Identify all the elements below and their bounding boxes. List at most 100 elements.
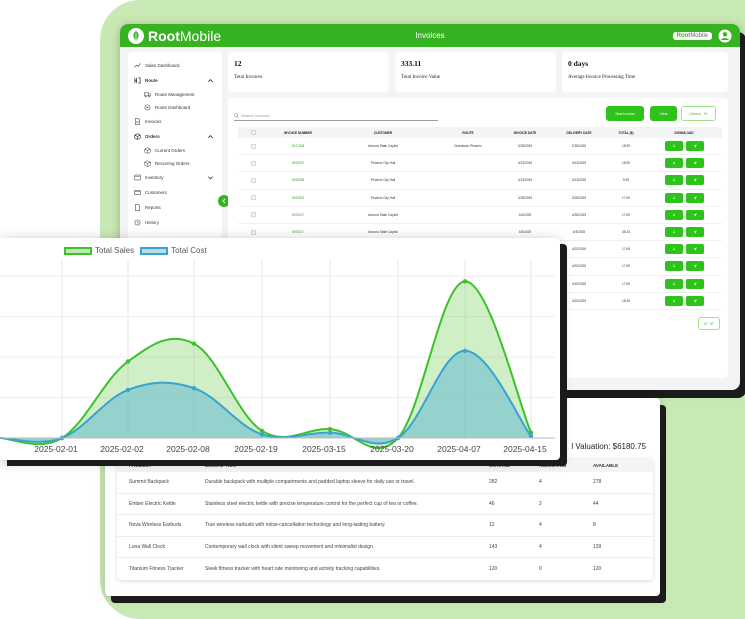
send-button[interactable] xyxy=(685,209,704,220)
table-row[interactable]: Nova Wireless Earbuds True wireless earbu… xyxy=(117,515,653,537)
sidebar-item-route[interactable]: Route xyxy=(132,73,218,88)
invoice-number-link[interactable]: 0005317 xyxy=(268,213,328,217)
table-row[interactable]: 0005303 Phoenix City Hall 3/28/2025 3/28/20… xyxy=(238,190,722,207)
column-header[interactable]: TOTAL ($) xyxy=(606,131,646,135)
send-button[interactable] xyxy=(685,192,704,203)
sidebar-item-route-dashboard[interactable]: Route Dashboard xyxy=(132,101,218,114)
download-button[interactable] xyxy=(664,244,683,255)
route-cell: Downtown Phoenix xyxy=(454,144,482,149)
row-checkbox[interactable] xyxy=(250,212,256,218)
row-checkbox[interactable] xyxy=(250,143,256,149)
send-button[interactable] xyxy=(685,278,704,289)
send-button[interactable] xyxy=(685,244,704,255)
sidebar-item-inventory[interactable]: Inventory xyxy=(132,170,218,185)
row-checkbox[interactable] xyxy=(250,229,256,235)
rows-per-page-select[interactable]: 10 xyxy=(698,317,720,330)
table-row[interactable]: Luna Wall Clock Contemporary wall clock w… xyxy=(117,537,653,558)
column-header[interactable]: CUSTOMER xyxy=(328,131,438,135)
options-dropdown[interactable]: Options xyxy=(681,106,716,121)
sidebar-item-history[interactable]: History xyxy=(132,215,218,230)
x-tick-label: 2025-04-07 xyxy=(437,444,481,454)
download-button[interactable] xyxy=(664,192,683,203)
table-row[interactable]: 2021208 Arizona State Capitol Downtown Pho… xyxy=(238,138,722,156)
legend-item-total-sales[interactable]: Total Sales xyxy=(64,246,134,255)
download-button[interactable] xyxy=(664,278,683,289)
download-button[interactable] xyxy=(664,261,683,272)
invoice-number-link[interactable]: 0005297 xyxy=(268,161,328,165)
table-row[interactable]: Summit Backpack Durable backpack with mul… xyxy=(117,472,653,494)
invoice-number-link[interactable]: 0005298 xyxy=(268,178,328,182)
sidebar-item-invoices[interactable]: Invoices xyxy=(132,114,218,129)
sidebar-item-sales-dashboard[interactable]: Sales Dashboard xyxy=(132,58,218,73)
legend-item-total-cost[interactable]: Total Cost xyxy=(140,246,207,255)
checkbox-cell xyxy=(238,143,268,149)
sidebar-item-current-orders[interactable]: Current Orders xyxy=(132,144,218,157)
invoice-date-cell: 4/4/2025 xyxy=(518,230,532,235)
available-cell: 8 xyxy=(593,522,596,529)
invoice-number-link[interactable]: 0005317 xyxy=(268,230,328,234)
table-row[interactable]: 0005317 Arizona State Capitol 4/4/2025 4/30… xyxy=(238,207,722,224)
stat-label: Average Invoice Processing Time xyxy=(568,75,636,80)
delivery-date-cell: 4/4/2025 xyxy=(572,230,586,235)
send-button[interactable] xyxy=(685,227,704,238)
sidebar-item-orders[interactable]: Orders xyxy=(132,129,218,144)
invoice-number-link[interactable]: 0005303 xyxy=(268,196,328,200)
download-button[interactable] xyxy=(664,175,683,186)
download-cell xyxy=(646,278,722,289)
select-all-checkbox[interactable] xyxy=(250,130,256,135)
search-input[interactable]: Search Invoices xyxy=(234,111,438,121)
column-header[interactable]: ON HAND xyxy=(489,463,539,468)
table-row[interactable]: 0005298 Phoenix City Hall 3/13/2025 3/13/20… xyxy=(238,172,722,190)
delivery-date-cell: 4/30/2025 xyxy=(571,212,587,217)
row-checkbox[interactable] xyxy=(250,195,256,201)
sidebar-item-route-management[interactable]: Route Management xyxy=(132,88,218,101)
on-hand-cell: 12 xyxy=(489,522,495,529)
send-button[interactable] xyxy=(685,141,704,152)
rows-per-page-value: 10 xyxy=(703,321,708,326)
delivery-date-cell: 3/28/2025 xyxy=(571,195,587,200)
send-button[interactable] xyxy=(685,175,704,186)
download-button[interactable] xyxy=(664,227,683,238)
stat-value: 333.11 xyxy=(401,59,422,68)
column-header[interactable]: DESCRIPTION xyxy=(205,463,489,468)
leaf-logo-icon xyxy=(128,27,144,44)
invoice-number-link[interactable]: 2021208 xyxy=(268,144,328,148)
column-header[interactable]: ROUTE xyxy=(438,131,498,135)
new-invoice-button[interactable]: New Invoice xyxy=(606,106,644,121)
top-bar: RootMobile Invoices RootMobile xyxy=(120,24,740,47)
table-row[interactable]: Ember Electric Kettle Stainless steel ele… xyxy=(117,494,653,515)
table-row[interactable]: Titanium Fitness Tracker Sleek fitness tr… xyxy=(117,558,653,580)
send-button[interactable] xyxy=(685,295,704,306)
user-account-icon[interactable] xyxy=(718,29,732,43)
sidebar-item-recurring-orders[interactable]: Recurring Orders xyxy=(132,157,218,170)
send-button[interactable] xyxy=(685,261,704,272)
app-logo[interactable]: RootMobile xyxy=(128,27,221,44)
on-hand-cell: 143 xyxy=(489,543,498,550)
download-button[interactable] xyxy=(664,209,683,220)
customer-cell: Phoenix City Hall xyxy=(370,178,396,183)
send-icon xyxy=(692,178,697,183)
column-header[interactable]: PRODUCT xyxy=(117,463,205,468)
column-header[interactable]: INVOICE DATE xyxy=(498,131,552,135)
box-icon xyxy=(144,160,151,167)
x-tick-label: 2025-02-19 xyxy=(234,444,278,454)
download-icon xyxy=(672,281,675,285)
x-tick-label: 2025-02-02 xyxy=(100,444,144,454)
column-header[interactable]: INVOICE NUMBER xyxy=(268,131,328,135)
send-button[interactable] xyxy=(685,158,704,169)
download-button[interactable] xyxy=(664,141,683,152)
download-button[interactable] xyxy=(664,295,683,306)
row-checkbox[interactable] xyxy=(250,160,256,166)
data-point xyxy=(125,359,131,364)
options-label: Options xyxy=(688,111,702,116)
download-button[interactable] xyxy=(664,158,683,169)
sidebar-item-reports[interactable]: Reports xyxy=(132,200,218,215)
column-header[interactable]: ALLOCATED xyxy=(539,463,593,468)
send-icon xyxy=(692,247,697,251)
column-header[interactable]: AVAILABLE xyxy=(593,463,653,468)
row-checkbox[interactable] xyxy=(250,177,256,183)
clear-button[interactable]: Clear xyxy=(650,106,677,121)
column-header[interactable]: DELIVERY DATE xyxy=(552,131,606,135)
sidebar-item-customers[interactable]: Customers xyxy=(132,185,218,200)
table-row[interactable]: 0005297 Phoenix City Hall 3/13/2025 3/13/20… xyxy=(238,155,722,173)
